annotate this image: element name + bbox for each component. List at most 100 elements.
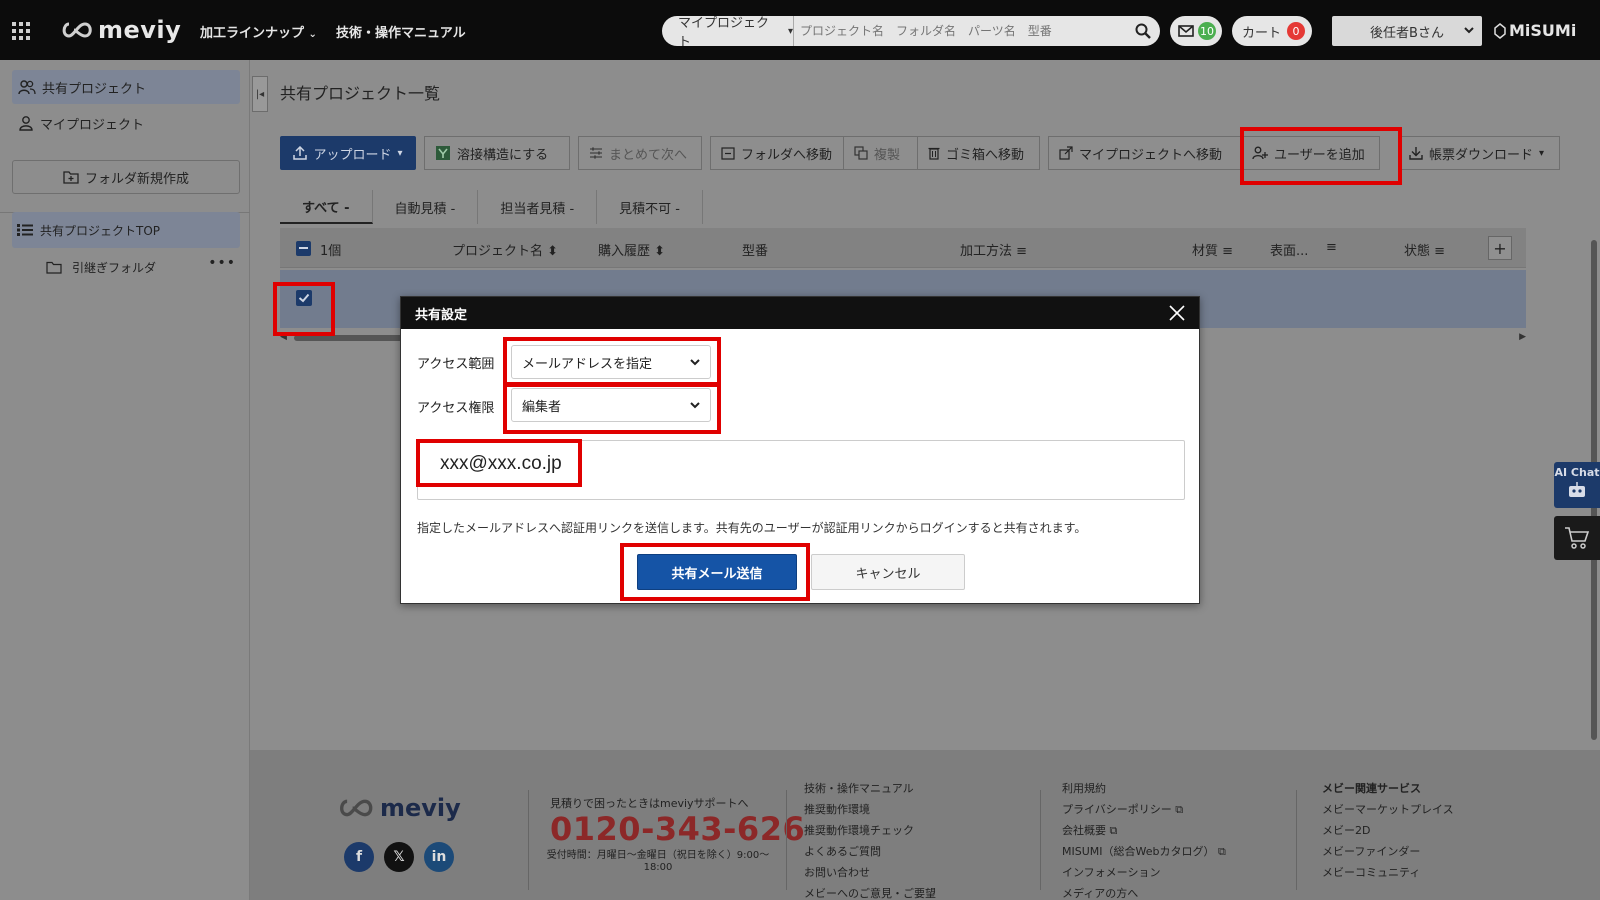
- footer-logo[interactable]: meviy: [336, 794, 461, 822]
- move-to-folder-label: フォルダへ移動: [741, 147, 833, 163]
- footer-link[interactable]: インフォメーション: [1062, 862, 1226, 883]
- facebook-icon[interactable]: f: [344, 842, 374, 872]
- tab-all[interactable]: すべて -: [280, 190, 373, 224]
- add-user-button[interactable]: ユーザーを追加: [1242, 136, 1380, 170]
- floating-cart-button[interactable]: [1554, 516, 1600, 560]
- folder-icon: [46, 261, 62, 274]
- close-icon[interactable]: [1169, 305, 1185, 321]
- ai-chat-label: AI Chat: [1554, 466, 1600, 479]
- move-to-trash-label: ゴミ箱へ移動: [946, 147, 1025, 163]
- row-checkbox[interactable]: [296, 290, 312, 306]
- sidebar-item-folder[interactable]: 引継ぎフォルダ •••: [46, 255, 240, 279]
- support-phone[interactable]: 0120-343-626: [550, 810, 805, 848]
- search-button[interactable]: [1126, 16, 1160, 46]
- table-header: 1個 プロジェクト名 ⬍ 購入履歴 ⬍ 型番 加工方法 ≡ 材質 ≡ 表面...…: [280, 228, 1526, 268]
- footer-logo-text: meviy: [380, 794, 461, 822]
- footer-link[interactable]: メビーマーケットプレイス: [1322, 799, 1454, 820]
- linkedin-icon[interactable]: in: [424, 842, 454, 872]
- footer-link[interactable]: お問い合わせ: [804, 862, 936, 883]
- filter-tabs: すべて - 自動見積 - 担当者見積 - 見積不可 -: [280, 190, 703, 224]
- batch-next-button[interactable]: まとめて次へ: [578, 136, 702, 170]
- send-share-mail-button[interactable]: 共有メール送信: [637, 554, 797, 590]
- folder-plus-icon: [63, 171, 79, 184]
- new-folder-button[interactable]: フォルダ新規作成: [12, 160, 240, 194]
- copy-button[interactable]: 複製: [844, 136, 918, 170]
- apps-grid-icon[interactable]: [12, 22, 30, 40]
- cart-button[interactable]: カート 0: [1232, 16, 1312, 46]
- sidebar-item-shared-projects[interactable]: 共有プロジェクト: [12, 70, 240, 104]
- weld-structure-button[interactable]: 溶接構造にする: [424, 136, 570, 170]
- footer-link[interactable]: 推奨動作環境: [804, 799, 936, 820]
- access-permission-select[interactable]: 編集者: [511, 388, 711, 422]
- footer-link[interactable]: メビーへのご意見・ご要望: [804, 883, 936, 900]
- column-surface[interactable]: 表面...: [1270, 240, 1308, 259]
- top-bar: meviy 加工ラインナップ ⌄ 技術・操作マニュアル マイプロジェクト ▾ 1…: [0, 0, 1600, 60]
- upload-button[interactable]: アップロード ▾: [280, 136, 416, 170]
- column-purchase-history[interactable]: 購入履歴 ⬍: [598, 240, 665, 259]
- misumi-logo[interactable]: MiSUMi: [1494, 21, 1576, 40]
- select-all-checkbox[interactable]: [296, 241, 311, 256]
- footer-divider: [786, 790, 787, 890]
- report-download-label: 帳票ダウンロード: [1429, 147, 1534, 163]
- messages-button[interactable]: 10: [1170, 16, 1222, 46]
- footer-link[interactable]: メディアの方へ: [1062, 883, 1226, 900]
- scroll-left-icon[interactable]: ◀: [280, 332, 287, 342]
- column-surface-menu-icon[interactable]: ≡: [1326, 240, 1337, 255]
- add-column-button[interactable]: +: [1488, 236, 1512, 260]
- tab-staff-quote[interactable]: 担当者見積 -: [478, 190, 598, 224]
- upload-label: アップロード: [313, 147, 392, 163]
- scroll-right-icon[interactable]: ▶: [1519, 332, 1526, 342]
- cancel-button[interactable]: キャンセル: [811, 554, 965, 590]
- column-model-number[interactable]: 型番: [742, 240, 768, 259]
- share-notice-text: 指定したメールアドレスへ認証用リンクを送信します。共有先のユーザーが認証用リンク…: [417, 521, 1087, 535]
- column-status[interactable]: 状態 ≡: [1404, 240, 1445, 259]
- selected-count: 1個: [320, 244, 342, 259]
- access-permission-label: アクセス権限: [417, 401, 495, 416]
- footer-link[interactable]: 利用規約: [1062, 778, 1226, 799]
- nav-manual-link[interactable]: 技術・操作マニュアル: [336, 22, 466, 41]
- tab-no-quote[interactable]: 見積不可 -: [597, 190, 703, 224]
- user-menu-select[interactable]: 後任者Bさん: [1332, 16, 1482, 46]
- footer-link[interactable]: メビーコミュニティ: [1322, 862, 1454, 883]
- sidebar-item-shared-top[interactable]: 共有プロジェクトTOP: [12, 212, 240, 248]
- column-material[interactable]: 材質 ≡: [1192, 240, 1233, 259]
- chevron-down-icon: [690, 402, 700, 409]
- user-icon: [19, 116, 33, 131]
- meviy-logo[interactable]: meviy: [60, 15, 181, 45]
- footer-link[interactable]: 技術・操作マニュアル: [804, 778, 936, 799]
- x-twitter-icon[interactable]: 𝕏: [384, 842, 414, 872]
- column-project-name[interactable]: プロジェクト名 ⬍: [452, 240, 558, 259]
- column-processing-method[interactable]: 加工方法 ≡: [960, 240, 1027, 259]
- footer-link[interactable]: メビー2D: [1322, 820, 1454, 841]
- footer-link[interactable]: MISUMI（総合Webカタログ） ⧉: [1062, 841, 1226, 862]
- email-input[interactable]: xxx@xxx.co.jp: [417, 440, 1185, 500]
- mail-icon: [1178, 25, 1194, 37]
- access-permission-value: 編集者: [522, 399, 562, 415]
- copy-label: 複製: [874, 147, 901, 163]
- ai-chat-button[interactable]: AI Chat: [1554, 462, 1600, 508]
- move-to-trash-button[interactable]: ゴミ箱へ移動: [918, 136, 1040, 170]
- search-scope-select[interactable]: マイプロジェクト ▾: [662, 16, 794, 46]
- report-download-button[interactable]: 帳票ダウンロード ▾: [1398, 136, 1560, 170]
- search-input[interactable]: [794, 16, 1126, 46]
- move-to-folder-button[interactable]: フォルダへ移動: [710, 136, 844, 170]
- footer-link[interactable]: 推奨動作環境チェック: [804, 820, 936, 841]
- footer-link[interactable]: メビーファインダー: [1322, 841, 1454, 862]
- more-options-icon[interactable]: •••: [208, 255, 236, 271]
- nav-lineup-menu[interactable]: 加工ラインナップ ⌄: [200, 22, 317, 41]
- footer-link[interactable]: プライバシーポリシー ⧉: [1062, 799, 1226, 820]
- chevron-down-icon: ▾: [397, 147, 403, 159]
- weld-icon: [436, 146, 450, 160]
- collapse-left-icon: |◂: [255, 88, 265, 100]
- collapse-sidebar-button[interactable]: |◂: [252, 76, 268, 112]
- sidebar-item-my-projects[interactable]: マイプロジェクト: [12, 106, 240, 140]
- footer-link[interactable]: 会社概要 ⧉: [1062, 820, 1226, 841]
- tab-auto-quote[interactable]: 自動見積 -: [373, 190, 479, 224]
- scrollbar-thumb[interactable]: [294, 335, 404, 341]
- move-to-my-projects-button[interactable]: マイプロジェクトへ移動: [1048, 136, 1242, 170]
- footer: meviy f 𝕏 in 見積りで困ったときはmeviyサポートへ 0120-3…: [250, 750, 1600, 900]
- access-range-select[interactable]: メールアドレスを指定: [511, 345, 711, 379]
- sliders-icon: [590, 147, 602, 159]
- plus-icon: +: [1493, 238, 1507, 258]
- footer-link[interactable]: よくあるご質問: [804, 841, 936, 862]
